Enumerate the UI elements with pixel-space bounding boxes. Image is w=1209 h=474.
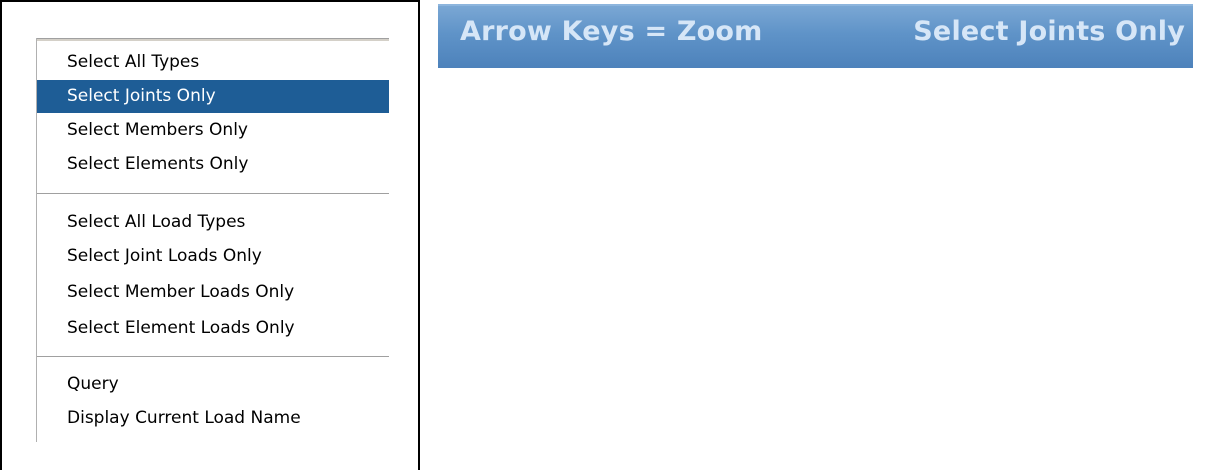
menu-item-select-elements-only[interactable]: Select Elements Only — [37, 148, 389, 181]
menu-item-query[interactable]: Query — [37, 368, 389, 401]
status-selection-mode: Select Joints Only — [913, 16, 1185, 47]
menu-item-select-all-types[interactable]: Select All Types — [37, 46, 389, 79]
menu-item-select-joint-loads-only[interactable]: Select Joint Loads Only — [37, 240, 389, 273]
context-menu: Select All Types Select Joints Only Sele… — [36, 38, 389, 442]
menu-separator — [37, 356, 389, 358]
status-bar: Arrow Keys = Zoom Select Joints Only — [438, 4, 1193, 68]
context-menu-panel: Select All Types Select Joints Only Sele… — [0, 0, 420, 470]
menu-separator — [37, 193, 389, 195]
menu-item-select-members-only[interactable]: Select Members Only — [37, 114, 389, 147]
menu-item-display-current-load-name[interactable]: Display Current Load Name — [37, 402, 389, 435]
menu-item-select-member-loads-only[interactable]: Select Member Loads Only — [37, 276, 389, 309]
status-zoom-hint: Arrow Keys = Zoom — [460, 16, 763, 47]
menu-item-select-all-load-types[interactable]: Select All Load Types — [37, 206, 389, 239]
menu-item-select-element-loads-only[interactable]: Select Element Loads Only — [37, 312, 389, 345]
menu-item-select-joints-only[interactable]: Select Joints Only — [37, 80, 389, 113]
menu-top-separator — [37, 38, 389, 41]
